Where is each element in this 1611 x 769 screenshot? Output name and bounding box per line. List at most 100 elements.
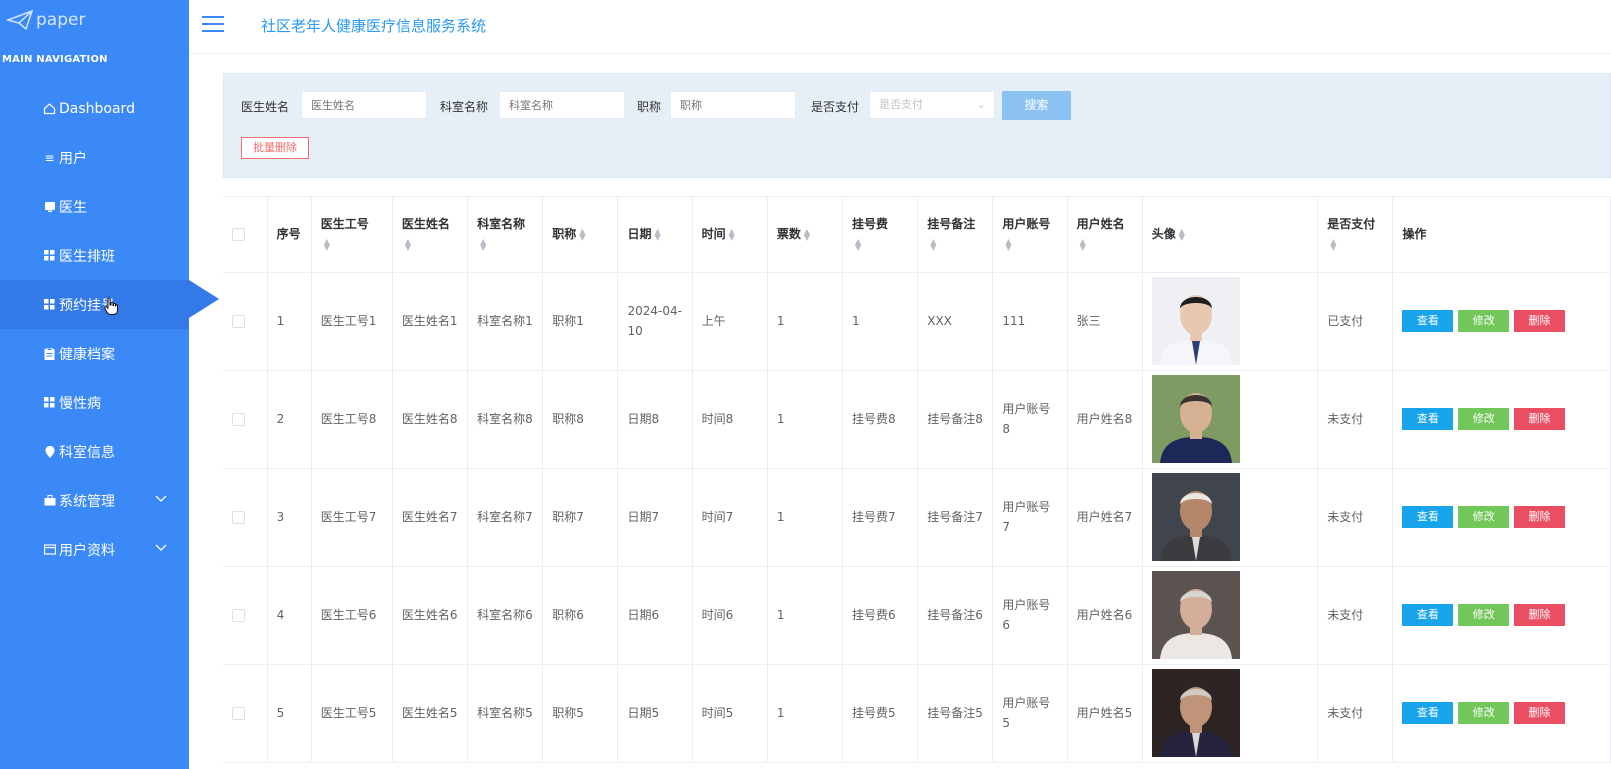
- grid-icon: [43, 249, 56, 262]
- sort-icon[interactable]: ▲ ▼: [1330, 237, 1336, 251]
- row-select-cell[interactable]: [223, 370, 268, 469]
- delete-button[interactable]: 删除: [1514, 604, 1566, 626]
- sort-icon[interactable]: ▲ ▼: [855, 237, 861, 251]
- sort-icon[interactable]: ▲ ▼: [480, 237, 486, 251]
- column-header-label: 科室名称: [477, 217, 526, 232]
- paid-select[interactable]: 是否支付 ⌄: [869, 91, 995, 119]
- nav-item-label: 科室信息: [59, 444, 115, 461]
- cell-idx: 3: [267, 468, 312, 567]
- nav-item-departments[interactable]: 科室信息: [0, 427, 189, 476]
- doctor-name-input[interactable]: [301, 91, 427, 119]
- column-header-sortable[interactable]: 用户姓名 ▲ ▼: [1067, 197, 1143, 273]
- nav-item-dashboard[interactable]: Dashboard: [0, 84, 189, 133]
- cell-avatar: [1142, 370, 1319, 469]
- cell-doc-no: 医生工号8: [311, 370, 393, 469]
- view-button[interactable]: 查看: [1402, 310, 1454, 332]
- search-panel: 医生姓名 科室名称 职称 是否支付 是否支付 ⌄ 搜索 批量删除: [223, 73, 1611, 178]
- select-all-checkbox[interactable]: [232, 228, 245, 242]
- title-input[interactable]: [670, 91, 796, 119]
- nav-item-users[interactable]: ≡ 用户: [0, 133, 189, 182]
- cell-tickets: 1: [767, 566, 844, 665]
- column-header-sortable[interactable]: 用户账号 ▲ ▼: [992, 197, 1068, 273]
- sort-icon[interactable]: ▲ ▼: [1179, 227, 1185, 241]
- sort-icon[interactable]: ▲ ▼: [1005, 237, 1011, 251]
- sort-icon[interactable]: ▲ ▼: [579, 227, 585, 241]
- column-header-sortable[interactable]: 挂号费 ▲ ▼: [842, 197, 919, 273]
- column-header-sortable[interactable]: 医生姓名 ▲ ▼: [392, 197, 469, 273]
- delete-button[interactable]: 删除: [1514, 506, 1566, 528]
- delete-button[interactable]: 删除: [1514, 310, 1566, 332]
- column-header-sortable[interactable]: 挂号备注 ▲ ▼: [917, 197, 994, 273]
- sort-icon[interactable]: ▲ ▼: [1080, 237, 1086, 251]
- column-header-sortable[interactable]: 医生工号 ▲ ▼: [311, 197, 393, 273]
- view-button[interactable]: 查看: [1402, 604, 1454, 626]
- chevron-down-icon: ⌄: [976, 98, 986, 111]
- paid-select-value: 是否支付: [879, 98, 923, 111]
- sort-icon[interactable]: ▲ ▼: [729, 227, 735, 241]
- avatar-image: [1151, 669, 1240, 757]
- menu-toggle-icon[interactable]: [202, 16, 224, 32]
- nav-item-user-profile[interactable]: 用户资料: [0, 525, 189, 574]
- row-checkbox[interactable]: [232, 511, 245, 524]
- nav-item-doctor-schedule[interactable]: 医生排班: [0, 231, 189, 280]
- edit-button[interactable]: 修改: [1458, 408, 1510, 430]
- select-all-cell[interactable]: [223, 197, 268, 273]
- view-button[interactable]: 查看: [1402, 408, 1454, 430]
- batch-delete-button[interactable]: 批量删除: [241, 137, 309, 159]
- row-select-cell[interactable]: [223, 272, 268, 371]
- search-button[interactable]: 搜索: [1002, 91, 1071, 120]
- row-checkbox[interactable]: [232, 315, 245, 328]
- row-checkbox[interactable]: [232, 609, 245, 622]
- cell-user-name: 用户姓名7: [1067, 468, 1143, 567]
- cell-dept: 科室名称1: [467, 272, 544, 371]
- row-checkbox[interactable]: [232, 413, 245, 426]
- cell-actions: 查看 修改 删除: [1392, 272, 1611, 371]
- column-header-sortable[interactable]: 科室名称 ▲ ▼: [467, 197, 544, 273]
- cell-user-name: 用户姓名8: [1067, 370, 1143, 469]
- column-header-sortable[interactable]: 职称 ▲ ▼: [542, 197, 619, 273]
- column-header-label: 票数: [776, 227, 801, 242]
- view-button[interactable]: 查看: [1402, 702, 1454, 724]
- nav-item-chronic-disease[interactable]: 慢性病: [0, 378, 189, 427]
- logo[interactable]: paper: [0, 0, 189, 40]
- column-header-sortable[interactable]: 时间 ▲ ▼: [692, 197, 768, 273]
- cell-fee: 挂号费6: [842, 566, 919, 665]
- cell-date: 日期7: [617, 468, 693, 567]
- doctor-name-label: 医生姓名: [241, 100, 290, 114]
- column-header-sortable[interactable]: 日期 ▲ ▼: [617, 197, 693, 273]
- sort-icon[interactable]: ▲ ▼: [804, 227, 810, 241]
- row-select-cell[interactable]: [223, 468, 268, 567]
- dept-name-label: 科室名称: [440, 100, 489, 114]
- sort-icon[interactable]: ▲ ▼: [405, 237, 411, 251]
- nav-item-doctors[interactable]: 医生: [0, 182, 189, 231]
- row-select-cell[interactable]: [223, 566, 268, 665]
- column-header: 操作: [1392, 197, 1611, 273]
- sort-icon[interactable]: ▲ ▼: [655, 227, 661, 241]
- chevron-down-icon: [155, 541, 167, 555]
- edit-button[interactable]: 修改: [1458, 604, 1510, 626]
- edit-button[interactable]: 修改: [1458, 310, 1510, 332]
- column-header-sortable[interactable]: 是否支付 ▲ ▼: [1317, 197, 1394, 273]
- view-button[interactable]: 查看: [1402, 506, 1454, 528]
- edit-button[interactable]: 修改: [1458, 702, 1510, 724]
- column-header-sortable[interactable]: 头像 ▲ ▼: [1142, 197, 1319, 273]
- row-checkbox[interactable]: [232, 707, 245, 720]
- grid-icon: [43, 396, 56, 409]
- edit-button[interactable]: 修改: [1458, 506, 1510, 528]
- dept-name-input[interactable]: [499, 91, 625, 119]
- cell-avatar: [1142, 664, 1319, 763]
- column-header-sortable[interactable]: 票数 ▲ ▼: [767, 197, 844, 273]
- sort-icon[interactable]: ▲ ▼: [930, 237, 936, 251]
- sort-icon[interactable]: ▲ ▼: [324, 237, 330, 251]
- delete-button[interactable]: 删除: [1514, 408, 1566, 430]
- row-select-cell[interactable]: [223, 664, 268, 763]
- cell-title: 职称7: [542, 468, 619, 567]
- delete-button[interactable]: 删除: [1514, 702, 1566, 724]
- cell-tickets: 1: [767, 272, 844, 371]
- cell-account: 用户账号5: [992, 664, 1068, 763]
- nav-item-appointments[interactable]: 预约挂号: [0, 280, 219, 329]
- nav-item-system-management[interactable]: 系统管理: [0, 476, 189, 525]
- cell-date: 日期6: [617, 566, 693, 665]
- top-header: 社区老年人健康医疗信息服务系统: [189, 0, 1611, 54]
- nav-item-health-records[interactable]: 健康档案: [0, 329, 189, 378]
